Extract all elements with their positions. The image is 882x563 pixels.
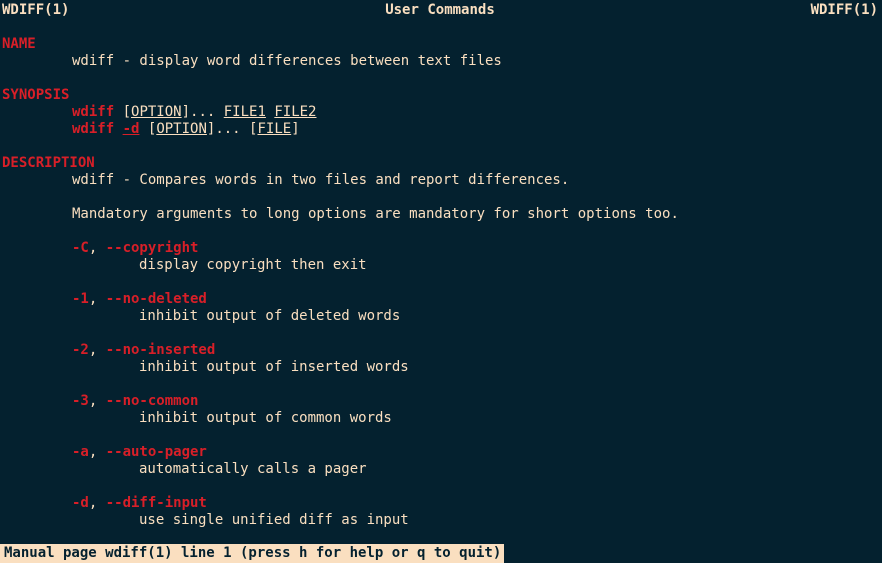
pager-status-bar[interactable]: Manual page wdiff(1) line 1 (press h for…	[0, 544, 505, 563]
synopsis-close-bracket: ]... [	[206, 121, 258, 137]
option-separator: ,	[88, 393, 106, 409]
option-entry-flags: -C, --copyright	[0, 240, 882, 257]
synopsis-line-1: wdiff [OPTION]... FILE1 FILE2	[0, 104, 882, 121]
option-separator: ,	[88, 495, 106, 511]
option-long-flag: --copyright	[105, 240, 199, 256]
synopsis-file2-placeholder: FILE2	[274, 104, 317, 120]
option-long-flag: --no-inserted	[105, 342, 216, 358]
section-heading-synopsis: SYNOPSIS	[0, 87, 882, 104]
section-heading-name: NAME	[0, 36, 882, 53]
synopsis-file1-placeholder: FILE1	[223, 104, 266, 120]
option-description-text: automatically calls a pager	[139, 461, 367, 477]
option-short-flag: -d	[72, 495, 89, 511]
option-long-flag: --diff-input	[105, 495, 207, 511]
synopsis-file-placeholder: FILE	[257, 121, 292, 137]
option-description-text: inhibit output of inserted words	[139, 359, 409, 375]
synopsis-option-placeholder: OPTION	[131, 104, 182, 120]
description-note-text: Mandatory arguments to long options are …	[72, 206, 679, 222]
section-heading-name-label: NAME	[2, 36, 36, 52]
synopsis-open-bracket: [	[114, 104, 132, 120]
option-entry-description: inhibit output of common words	[0, 410, 882, 427]
option-entry-description: automatically calls a pager	[0, 461, 882, 478]
option-entry-flags: -d, --diff-input	[0, 495, 882, 512]
option-entry-description: display copyright then exit	[0, 257, 882, 274]
option-entry-description: inhibit output of inserted words	[0, 359, 882, 376]
synopsis-option-placeholder: OPTION	[156, 121, 207, 137]
option-entry-flags: -3, --no-common	[0, 393, 882, 410]
synopsis-line-2: wdiff -d [OPTION]... [FILE]	[0, 121, 882, 138]
option-separator: ,	[88, 291, 106, 307]
man-page-header: WDIFF(1) User Commands WDIFF(1)	[0, 2, 882, 19]
synopsis-end-bracket: ]	[291, 121, 300, 137]
section-heading-description-label: DESCRIPTION	[2, 155, 95, 171]
synopsis-close-bracket: ]...	[181, 104, 224, 120]
option-separator: ,	[88, 444, 106, 460]
option-entry-flags: -1, --no-deleted	[0, 291, 882, 308]
option-long-flag: --no-common	[105, 393, 199, 409]
terminal-window[interactable]: WDIFF(1) User Commands WDIFF(1) NAME wdi…	[0, 0, 882, 563]
section-heading-synopsis-label: SYNOPSIS	[2, 87, 70, 103]
option-separator: ,	[88, 342, 106, 358]
option-short-flag: -1	[72, 291, 89, 307]
option-description-text: display copyright then exit	[139, 257, 367, 273]
option-short-flag: -3	[72, 393, 89, 409]
option-description-text: inhibit output of common words	[139, 410, 392, 426]
description-body-text: wdiff - Compares words in two files and …	[72, 172, 570, 188]
header-left-title: WDIFF(1)	[2, 2, 70, 18]
option-long-flag: --auto-pager	[105, 444, 207, 460]
section-heading-description: DESCRIPTION	[0, 155, 882, 172]
option-description-text: use single unified diff as input	[139, 512, 409, 528]
header-center-title: User Commands	[385, 2, 495, 18]
option-entry-flags: -a, --auto-pager	[0, 444, 882, 461]
synopsis-flag-d: -d	[122, 121, 140, 137]
pager-status-text: Manual page wdiff(1) line 1 (press h for…	[4, 545, 502, 561]
option-short-flag: -a	[72, 444, 89, 460]
option-short-flag: -2	[72, 342, 89, 358]
option-separator: ,	[88, 240, 106, 256]
synopsis-space	[114, 121, 122, 137]
description-note-line: Mandatory arguments to long options are …	[0, 206, 882, 223]
option-long-flag: --no-deleted	[105, 291, 207, 307]
synopsis-command: wdiff	[72, 121, 115, 137]
synopsis-open-bracket: [	[139, 121, 157, 137]
man-page-content: WDIFF(1) User Commands WDIFF(1) NAME wdi…	[0, 2, 882, 529]
description-body-line: wdiff - Compares words in two files and …	[0, 172, 882, 189]
name-body-line: wdiff - display word differences between…	[0, 53, 882, 70]
name-body-text: wdiff - display word differences between…	[72, 53, 502, 69]
synopsis-command: wdiff	[72, 104, 115, 120]
option-entry-description: use single unified diff as input	[0, 512, 882, 529]
option-entry-description: inhibit output of deleted words	[0, 308, 882, 325]
option-entry-flags: -2, --no-inserted	[0, 342, 882, 359]
option-description-text: inhibit output of deleted words	[139, 308, 401, 324]
header-right-title: WDIFF(1)	[810, 2, 878, 18]
option-short-flag: -C	[72, 240, 89, 256]
